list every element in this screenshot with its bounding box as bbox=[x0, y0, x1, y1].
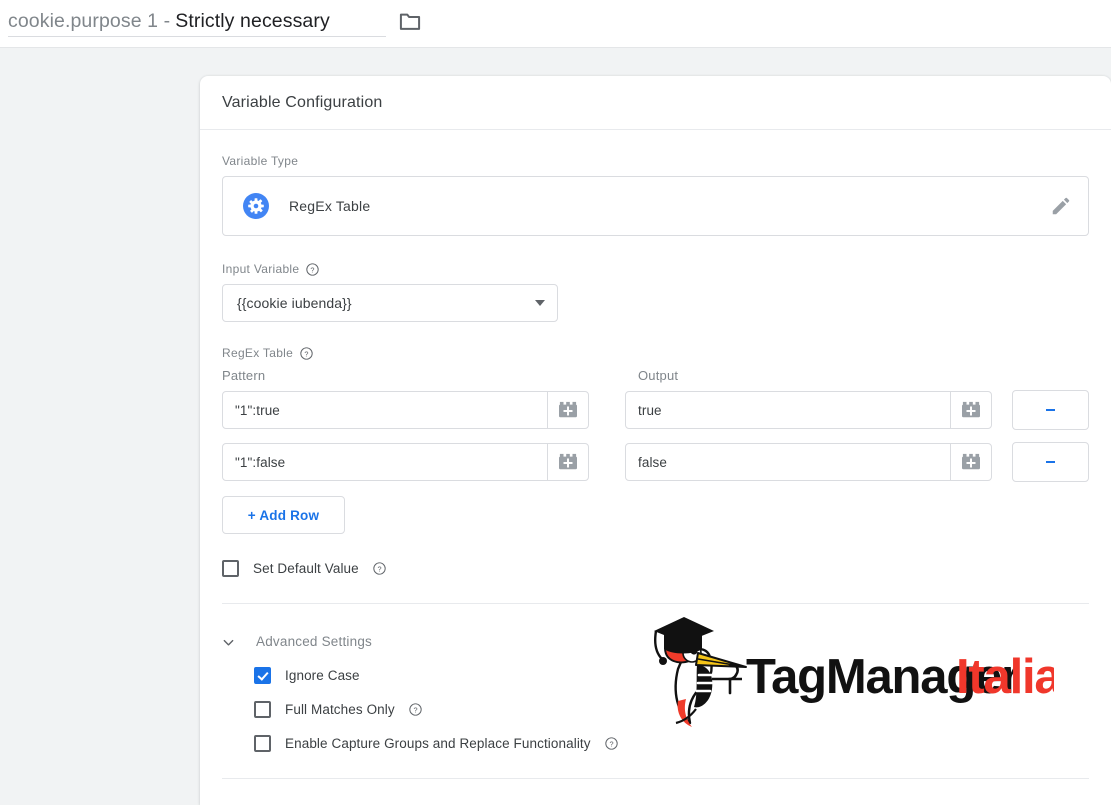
help-circle-icon[interactable]: ? bbox=[604, 737, 618, 750]
variable-name-input[interactable]: cookie.purpose 1 - Strictly necessary bbox=[8, 6, 386, 37]
divider bbox=[222, 778, 1089, 779]
set-default-value-label: Set Default Value bbox=[253, 561, 359, 576]
advanced-option-row: Enable Capture Groups and Replace Functi… bbox=[254, 735, 1089, 752]
variable-brick-icon[interactable] bbox=[547, 392, 588, 428]
help-circle-icon[interactable]: ? bbox=[306, 262, 320, 276]
add-row-label: + Add Row bbox=[247, 507, 320, 523]
output-value: true bbox=[638, 402, 662, 418]
output-input[interactable]: true bbox=[625, 391, 992, 429]
help-circle-icon[interactable]: ? bbox=[300, 346, 313, 360]
page-title: Variable Configuration bbox=[222, 93, 383, 111]
full-matches-only-label: Full Matches Only bbox=[285, 702, 395, 717]
set-default-value-checkbox[interactable] bbox=[222, 560, 239, 577]
variable-type-label-row: Variable Type bbox=[222, 154, 1089, 168]
variable-brick-icon[interactable] bbox=[950, 392, 991, 428]
tagmanageritalia-logo: TagManager Italia bbox=[650, 609, 1064, 729]
woodpecker-graduate-icon bbox=[654, 617, 747, 727]
input-variable-label-row: Input Variable ? bbox=[222, 262, 1089, 276]
svg-text:?: ? bbox=[377, 564, 381, 573]
chevron-down-icon bbox=[222, 636, 234, 648]
divider bbox=[222, 603, 1089, 604]
help-circle-icon[interactable]: ? bbox=[373, 562, 386, 575]
pattern-input[interactable]: "1":false bbox=[222, 443, 589, 481]
svg-text:?: ? bbox=[609, 739, 613, 748]
enable-capture-groups-label: Enable Capture Groups and Replace Functi… bbox=[285, 736, 591, 751]
table-row: "1":false false bbox=[222, 442, 1089, 482]
variable-type-name: RegEx Table bbox=[289, 198, 371, 214]
gear-circle-icon bbox=[243, 193, 269, 219]
column-header-output: Output bbox=[638, 368, 679, 383]
input-variable-select[interactable]: {{cookie iubenda}} bbox=[222, 284, 558, 322]
minus-icon bbox=[1046, 409, 1055, 411]
pencil-icon[interactable] bbox=[1050, 195, 1072, 217]
svg-text:?: ? bbox=[413, 705, 417, 714]
variable-name-prefix: cookie.purpose 1 - bbox=[8, 9, 171, 32]
minus-icon bbox=[1046, 461, 1055, 463]
pattern-value: "1":false bbox=[235, 454, 286, 470]
variable-type-label: Variable Type bbox=[222, 154, 299, 168]
help-circle-icon[interactable]: ? bbox=[409, 703, 422, 716]
column-header-pattern: Pattern bbox=[222, 368, 266, 383]
regex-table-column-headers: Pattern Output bbox=[222, 368, 1089, 383]
pattern-input[interactable]: "1":true bbox=[222, 391, 589, 429]
table-row: "1":true true bbox=[222, 390, 1089, 430]
variable-brick-icon[interactable] bbox=[547, 444, 588, 480]
pattern-value: "1":true bbox=[235, 402, 280, 418]
regex-table-label: RegEx Table bbox=[222, 346, 294, 360]
full-matches-only-checkbox[interactable] bbox=[254, 701, 271, 718]
output-value: false bbox=[638, 454, 668, 470]
folder-icon[interactable] bbox=[399, 11, 421, 31]
chevron-down-icon bbox=[535, 300, 545, 306]
add-row-button[interactable]: + Add Row bbox=[222, 496, 345, 534]
variable-name-main: Strictly necessary bbox=[175, 9, 330, 32]
svg-text:?: ? bbox=[311, 265, 315, 274]
advanced-settings-label: Advanced Settings bbox=[256, 634, 372, 649]
set-default-value-row: Set Default Value ? bbox=[222, 560, 1089, 577]
ignore-case-label: Ignore Case bbox=[285, 668, 360, 683]
output-input[interactable]: false bbox=[625, 443, 992, 481]
remove-row-button[interactable] bbox=[1012, 442, 1089, 482]
variable-type-box[interactable]: RegEx Table bbox=[222, 176, 1089, 236]
input-variable-label: Input Variable bbox=[222, 262, 300, 276]
variable-brick-icon[interactable] bbox=[950, 444, 991, 480]
card-header: Variable Configuration bbox=[200, 76, 1111, 130]
logo-text-red: Italia bbox=[956, 650, 1054, 704]
input-variable-value: {{cookie iubenda}} bbox=[237, 295, 352, 311]
remove-row-button[interactable] bbox=[1012, 390, 1089, 430]
svg-text:?: ? bbox=[304, 349, 308, 358]
ignore-case-checkbox[interactable] bbox=[254, 667, 271, 684]
regex-table-label-row: RegEx Table ? bbox=[222, 346, 1089, 360]
titlebar: cookie.purpose 1 - Strictly necessary bbox=[0, 0, 1111, 48]
enable-capture-groups-checkbox[interactable] bbox=[254, 735, 271, 752]
